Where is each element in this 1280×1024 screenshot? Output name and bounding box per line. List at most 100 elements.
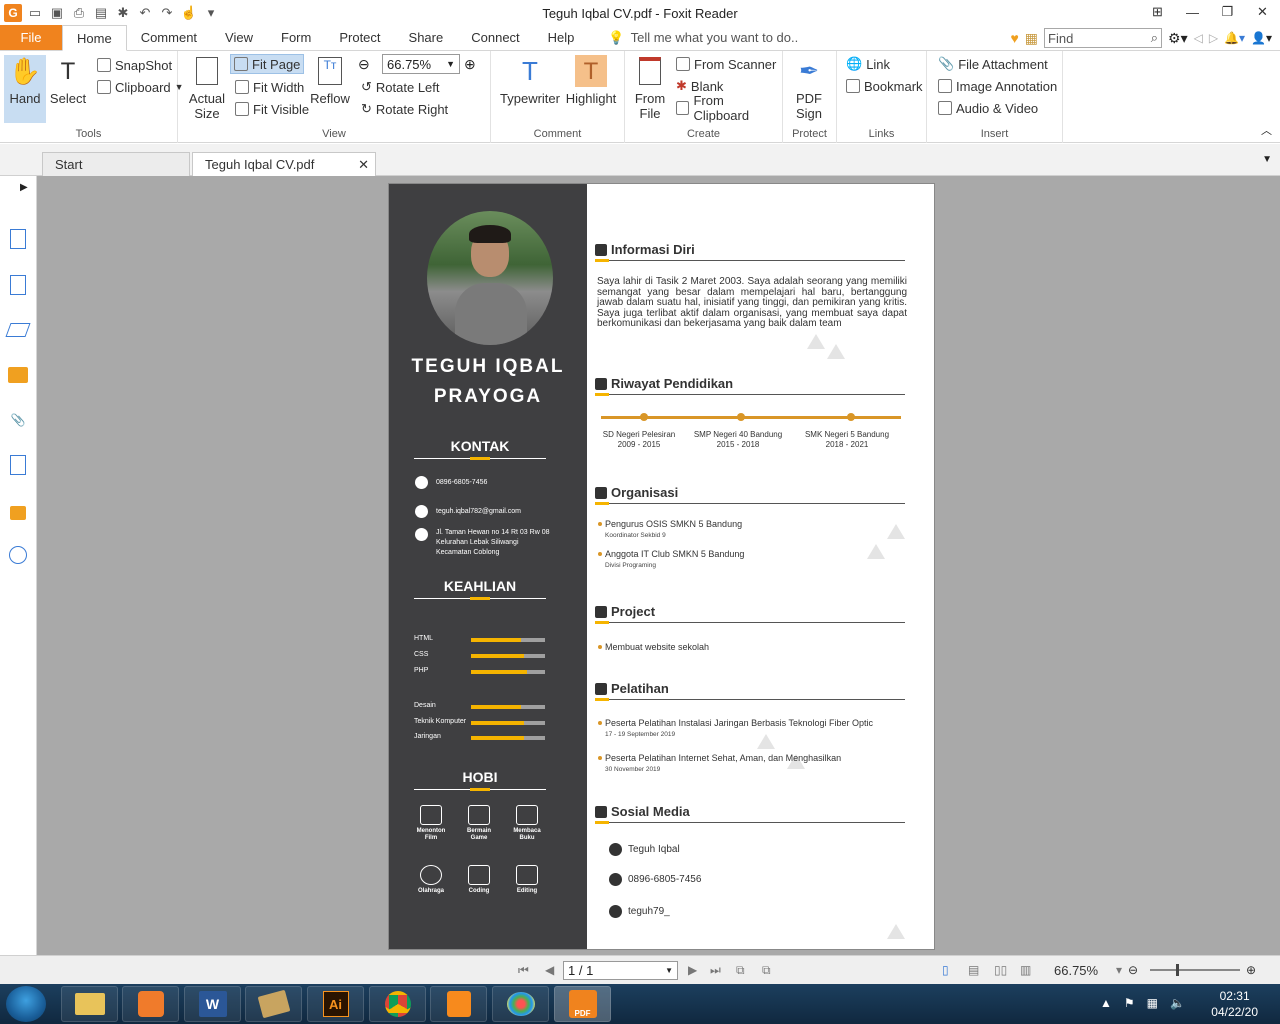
last-page-icon[interactable]: ⏭ — [710, 963, 721, 978]
start-button[interactable] — [6, 986, 46, 1022]
tab-share[interactable]: Share — [395, 25, 458, 50]
maximize-icon[interactable]: ❐ — [1210, 0, 1245, 24]
clipboard-button[interactable]: Clipboard ▼ — [94, 77, 187, 97]
xampp-icon[interactable] — [122, 986, 179, 1022]
highlight-button[interactable]: T Highlight — [565, 55, 617, 106]
zoom-in-icon[interactable]: ⊕ — [464, 56, 476, 73]
tell-me-box[interactable]: 💡 Tell me what you want to do.. — [608, 25, 798, 50]
system-clock[interactable]: 02:31 04/22/20 — [1211, 988, 1258, 1020]
zoom-out-icon[interactable]: ⊖ — [358, 56, 370, 73]
next-view-icon[interactable]: ⧉ — [762, 963, 771, 978]
close-icon[interactable]: ✕ — [1245, 0, 1280, 24]
close-tab-icon[interactable]: ✕ — [358, 157, 369, 173]
file-attachment-button[interactable]: 📎 File Attachment — [935, 54, 1051, 74]
select-button[interactable]: T Select — [48, 55, 88, 106]
from-clipboard-button[interactable]: From Clipboard — [673, 93, 782, 123]
continuous-icon[interactable]: ▤ — [968, 963, 979, 977]
next-page-icon[interactable]: ▶ — [688, 963, 697, 977]
tab-help[interactable]: Help — [534, 25, 589, 50]
reflow-button[interactable]: Tт Reflow — [310, 55, 350, 106]
single-page-icon[interactable]: ▯ — [942, 963, 949, 977]
network-icon[interactable]: ▦ — [1147, 996, 1158, 1010]
security-panel-icon[interactable] — [7, 499, 29, 521]
tab-comment[interactable]: Comment — [127, 25, 211, 50]
tab-start[interactable]: Start — [42, 152, 190, 176]
print-icon[interactable]: ⎙ — [70, 4, 88, 22]
continuous-facing-icon[interactable]: ▥ — [1020, 963, 1031, 977]
folder-search-icon[interactable]: ▦ — [1025, 30, 1038, 47]
comments-panel-icon[interactable] — [7, 364, 29, 386]
zoom-slider-thumb[interactable] — [1176, 964, 1179, 976]
paint-icon[interactable] — [492, 986, 549, 1022]
certificate-panel-icon[interactable] — [7, 544, 29, 566]
rotate-right-button[interactable]: ↻ Rotate Right — [358, 99, 451, 119]
ribbon-display-icon[interactable]: ⊞ — [1140, 0, 1175, 24]
explorer-icon[interactable] — [61, 986, 118, 1022]
foxit-logo-icon[interactable]: G — [4, 4, 22, 22]
tab-connect[interactable]: Connect — [457, 25, 533, 50]
tab-view[interactable]: View — [211, 25, 267, 50]
attachments-panel-icon[interactable]: 📎 — [7, 409, 29, 431]
page-number-input[interactable]: 1 / 1 ▼ — [563, 961, 678, 980]
tab-home[interactable]: Home — [62, 25, 127, 51]
user-icon[interactable]: 👤▾ — [1251, 31, 1272, 45]
fit-visible-button[interactable]: Fit Visible — [232, 99, 312, 119]
collapse-ribbon-icon[interactable]: ︿ — [1261, 122, 1272, 138]
previous-page-icon[interactable]: ◀ — [545, 963, 554, 977]
link-button[interactable]: 🌐 Link — [843, 54, 893, 74]
expand-panel-icon[interactable]: ▶ — [20, 182, 28, 193]
undo-icon[interactable]: ↶ — [136, 4, 154, 22]
customize-dropdown-icon[interactable]: ▾ — [202, 4, 220, 22]
zoom-select[interactable]: 66.75% ▼ — [382, 54, 460, 74]
first-page-icon[interactable]: ⏮ — [518, 963, 529, 978]
from-scanner-button[interactable]: From Scanner — [673, 54, 779, 74]
pdf-sign-button[interactable]: ✒ PDF Sign — [791, 55, 827, 121]
foxit-reader-icon[interactable]: PDF — [554, 986, 611, 1022]
layers-panel-icon[interactable] — [5, 319, 31, 341]
zoom-out-icon[interactable]: ⊖ — [1128, 963, 1138, 977]
tool-icon[interactable] — [245, 986, 302, 1022]
zoom-dropdown-icon[interactable]: ▾ — [1116, 963, 1122, 977]
fit-width-button[interactable]: Fit Width — [232, 77, 307, 97]
forward-icon[interactable]: ▷ — [1209, 31, 1218, 45]
sublime-icon[interactable] — [430, 986, 487, 1022]
hand-dropdown-icon[interactable]: ☝ — [180, 4, 198, 22]
file-menu[interactable]: File — [0, 25, 62, 50]
previous-view-icon[interactable]: ⧉ — [736, 963, 745, 978]
image-annotation-button[interactable]: Image Annotation — [935, 76, 1060, 96]
audio-video-button[interactable]: Audio & Video — [935, 98, 1041, 118]
chrome-icon[interactable] — [369, 986, 426, 1022]
bookmarks-panel-icon[interactable] — [7, 228, 29, 250]
from-file-button[interactable]: From File — [633, 55, 667, 121]
rotate-left-button[interactable]: ↺ Rotate Left — [358, 77, 443, 97]
bookmark-button[interactable]: Bookmark — [843, 76, 926, 96]
heart-icon[interactable]: ♥ — [1010, 30, 1018, 46]
redo-icon[interactable]: ↷ — [158, 4, 176, 22]
action-center-icon[interactable]: ⚑ — [1124, 996, 1135, 1010]
tabs-dropdown-icon[interactable]: ▼ — [1262, 154, 1272, 165]
new-icon[interactable]: ✱ — [114, 4, 132, 22]
signatures-panel-icon[interactable] — [7, 454, 29, 476]
properties-icon[interactable]: ▤ — [92, 4, 110, 22]
typewriter-button[interactable]: T Typewriter — [499, 55, 561, 107]
facing-icon[interactable]: ▯▯ — [994, 963, 1007, 977]
status-zoom[interactable]: 66.75% — [1054, 963, 1098, 978]
tab-form[interactable]: Form — [267, 25, 325, 50]
minimize-icon[interactable]: — — [1175, 0, 1210, 24]
zoom-slider[interactable] — [1150, 964, 1240, 976]
notification-icon[interactable]: 🔔▾ — [1224, 31, 1245, 45]
hand-button[interactable]: ✋ Hand — [4, 55, 46, 123]
open-icon[interactable]: ▭ — [26, 4, 44, 22]
zoom-in-icon[interactable]: ⊕ — [1246, 963, 1256, 977]
document-viewer[interactable]: TEGUH IQBAL PRAYOGA KONTAK 0896-6805-745… — [37, 176, 1280, 955]
settings-icon[interactable]: ⚙▾ — [1168, 30, 1188, 47]
pages-panel-icon[interactable] — [7, 274, 29, 296]
back-icon[interactable]: ◁ — [1194, 31, 1203, 45]
show-hidden-icons-icon[interactable]: ▲ — [1100, 996, 1112, 1010]
search-icon[interactable]: ⌕ — [1151, 30, 1158, 46]
illustrator-icon[interactable]: Ai — [307, 986, 364, 1022]
actual-size-button[interactable]: Actual Size — [188, 55, 226, 121]
word-icon[interactable]: W — [184, 986, 241, 1022]
tab-protect[interactable]: Protect — [325, 25, 394, 50]
volume-icon[interactable]: 🔈 — [1170, 996, 1185, 1010]
